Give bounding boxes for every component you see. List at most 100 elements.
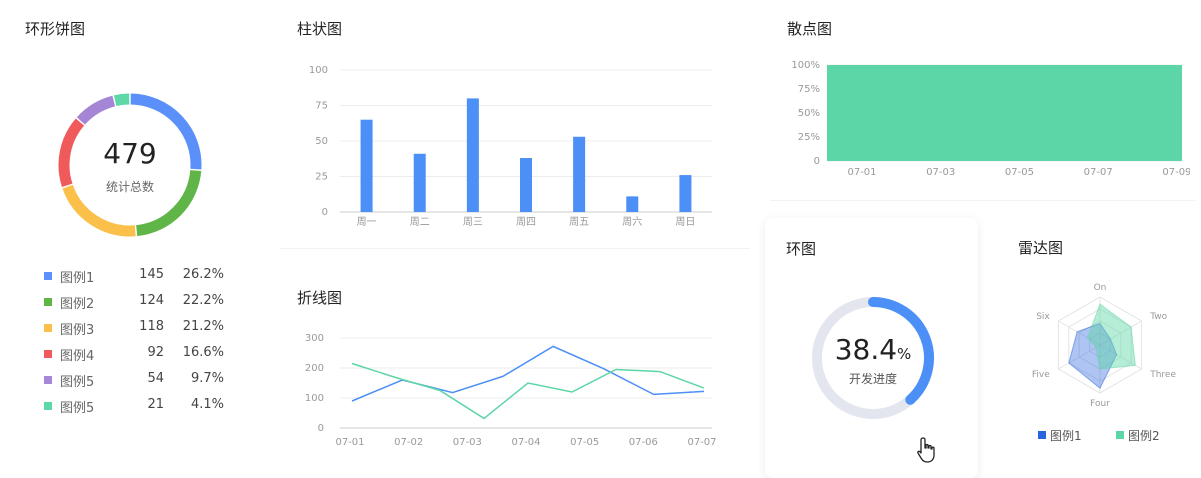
line-ytick-label: 0 — [318, 423, 324, 434]
ring-value: 38.4 — [834, 333, 898, 366]
ring-value-row: 38.4% — [808, 333, 938, 366]
bar-ytick-label: 0 — [322, 207, 328, 218]
donut-legend-item: 图例4 92 16.6% — [44, 344, 244, 364]
legend-swatch — [44, 402, 52, 410]
line-ytick-label: 300 — [305, 333, 324, 344]
area-xtick-label: 07-03 — [926, 167, 955, 178]
ring-label: 开发进度 — [848, 372, 897, 386]
line-xtick-label: 07-01 — [335, 437, 364, 448]
area-chart: 0 25% 50% 75% 100% 07-01 07-03 07-05 07-07 07-09 — [791, 60, 1190, 178]
legend-percent: 26.2% — [182, 267, 224, 282]
bar-ytick-label: 25 — [315, 172, 328, 183]
radar-axis-label: Two — [1149, 312, 1167, 322]
bar — [360, 119, 373, 212]
radar-legend-label-2: 图例2 — [1128, 429, 1160, 443]
area-ytick-label: 0 — [814, 156, 820, 167]
radar-legend-swatch-1 — [1038, 431, 1046, 439]
bar-ytick-label: 50 — [315, 136, 328, 147]
line-xtick-label: 07-04 — [511, 437, 540, 448]
ring-card: 环图 38.4% 开发进度 — [765, 218, 978, 478]
scatter-title: 散点图 — [787, 20, 833, 38]
bar-xtick-label: 周五 — [569, 216, 589, 228]
donut-slice — [76, 95, 116, 125]
legend-percent: 22.2% — [182, 293, 224, 308]
bar-xtick-label: 周二 — [410, 216, 430, 228]
bar-ytick-label: 100 — [309, 65, 328, 76]
area-xtick-label: 07-09 — [1162, 167, 1190, 178]
donut-total-label: 统计总数 — [105, 180, 154, 194]
radar-axis-label: Four — [1090, 399, 1110, 409]
radar-axis-label: On — [1094, 283, 1107, 293]
line-xtick-label: 07-02 — [394, 437, 423, 448]
bar-xtick-label: 周三 — [463, 216, 483, 228]
area-xtick-label: 07-01 — [847, 167, 876, 178]
radar-legend-label-1: 图例1 — [1050, 429, 1082, 443]
area-ytick-label: 25% — [798, 132, 820, 143]
legend-value: 145 — [139, 267, 164, 282]
legend-percent: 16.6% — [182, 345, 224, 360]
radar-legend: 图例1 图例2 — [1038, 427, 1188, 445]
donut-legend-item: 图例1 145 26.2% — [44, 266, 244, 286]
legend-swatch — [44, 376, 52, 384]
donut-legend-item: 图例5 54 9.7% — [44, 370, 244, 390]
legend-percent: 9.7% — [190, 371, 224, 386]
donut-title: 环形饼图 — [25, 20, 86, 38]
bar-xtick-label: 周日 — [675, 216, 695, 228]
radar-axis-label: Six — [1036, 312, 1050, 322]
legend-name: 图例2 — [60, 297, 95, 312]
ring-unit: % — [897, 345, 912, 363]
legend-swatch — [44, 350, 52, 358]
legend-name: 图例5 — [60, 375, 95, 390]
line-chart: 0 100 200 300 07-01 07-02 07-03 07-04 07-05 07-06… — [305, 333, 717, 448]
donut-legend: 图例1 145 26.2% 图例2 124 22.2% 图例3 118 21.2% 图例4 92 16… — [44, 266, 244, 426]
bar — [520, 158, 532, 212]
legend-value: 92 — [147, 345, 164, 360]
bar — [413, 153, 426, 212]
area-xtick-label: 07-07 — [1084, 167, 1113, 178]
line-xtick-label: 07-05 — [570, 437, 599, 448]
legend-value: 118 — [139, 319, 164, 334]
donut-total: 479 — [103, 137, 157, 170]
legend-percent: 21.2% — [182, 319, 224, 334]
area-ytick-label: 100% — [791, 60, 820, 71]
donut-legend-item: 图例2 124 22.2% — [44, 292, 244, 312]
bar — [573, 136, 586, 212]
area-ytick-label: 75% — [798, 84, 820, 95]
donut-slice — [113, 93, 130, 107]
bar-xtick-label: 周六 — [622, 216, 642, 228]
bar-xtick-label: 周四 — [516, 216, 536, 228]
area-fill — [827, 65, 1182, 161]
line-series — [351, 345, 705, 402]
legend-name: 图例4 — [60, 349, 95, 364]
legend-swatch — [44, 324, 52, 332]
line-xtick-label: 07-03 — [453, 437, 482, 448]
line-xtick-label: 07-07 — [687, 437, 716, 448]
legend-name: 图例3 — [60, 323, 95, 338]
legend-swatch — [44, 272, 52, 280]
donut-legend-item: 图例3 118 21.2% — [44, 318, 244, 338]
radar-chart: On Two Three Four Five Six — [1032, 283, 1177, 409]
legend-value: 21 — [147, 397, 164, 412]
bar — [679, 175, 692, 212]
donut-slice — [58, 118, 85, 187]
donut-legend-item: 图例5 21 4.1% — [44, 396, 244, 416]
bar — [466, 98, 479, 212]
bar-xtick-label: 周一 — [357, 216, 377, 228]
line-ytick-label: 100 — [305, 393, 324, 404]
radar-title: 雷达图 — [1018, 239, 1064, 257]
legend-name: 图例5 — [60, 401, 95, 416]
line-series — [351, 362, 705, 420]
area-xtick-label: 07-05 — [1005, 167, 1034, 178]
bar-chart: 0 25 50 75 100 周一 周二 周三 周四 周五 周六 周日 — [309, 65, 712, 228]
line-xtick-label: 07-06 — [629, 437, 658, 448]
radar-axis-label: Five — [1032, 370, 1050, 380]
legend-value: 54 — [147, 371, 164, 386]
bar-title: 柱状图 — [297, 20, 343, 38]
ring-title: 环图 — [786, 240, 817, 258]
area-ytick-label: 50% — [798, 108, 820, 119]
legend-swatch — [44, 298, 52, 306]
radar-axis-label: Three — [1149, 370, 1176, 380]
radar-legend-swatch-2 — [1116, 431, 1124, 439]
legend-name: 图例1 — [60, 271, 95, 286]
line-ytick-label: 200 — [305, 363, 324, 374]
